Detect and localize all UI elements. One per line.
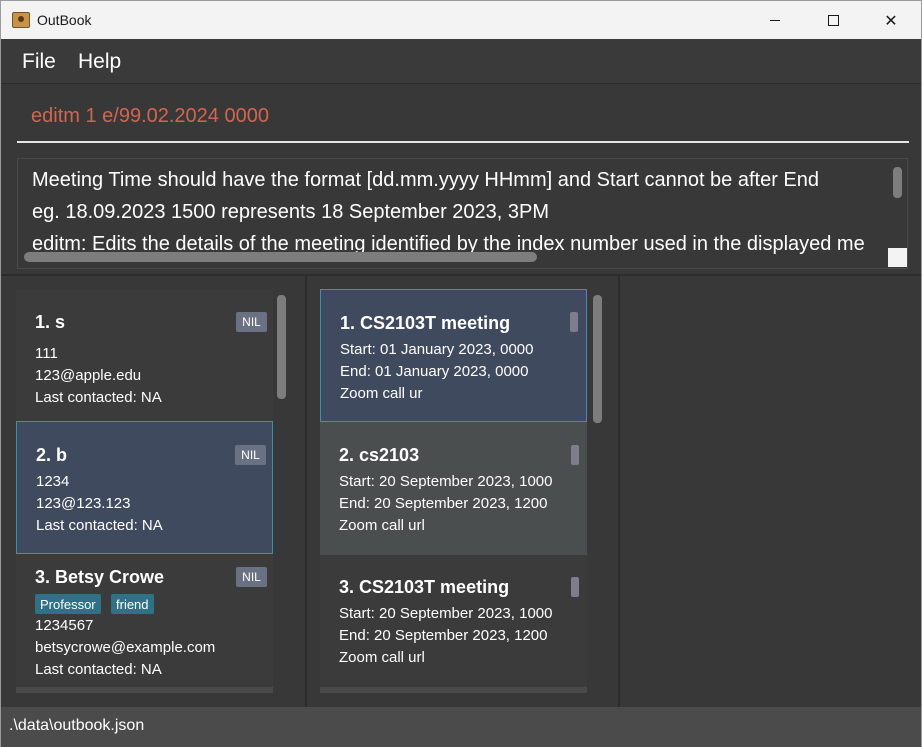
person-card-2[interactable]: 2. b NIL 1234 123@123.123 Last contacted… xyxy=(16,421,273,554)
tag-friend: friend xyxy=(111,594,154,614)
app-window: OutBook ✕ File Help editm 1 e/99.02.2024… xyxy=(0,0,922,747)
person-phone: 1234567 xyxy=(35,617,94,634)
person-list-edge xyxy=(16,687,273,693)
person-name: 1. s xyxy=(35,312,66,332)
app-icon xyxy=(12,12,30,28)
meeting-title: 2. cs2103 xyxy=(339,445,420,465)
column-divider xyxy=(618,276,620,707)
person-card-1[interactable]: 1. s NIL 111 123@apple.edu Last contacte… xyxy=(16,289,273,421)
scroll-corner xyxy=(888,248,907,267)
menu-bar: File Help xyxy=(1,39,921,84)
person-email: 123@apple.edu xyxy=(35,367,142,384)
status-bar: .\data\outbook.json xyxy=(1,707,921,747)
person-list-scrollbar[interactable] xyxy=(277,295,286,399)
minimize-icon xyxy=(770,19,780,21)
person-email: 123@123.123 xyxy=(36,495,131,512)
section-divider xyxy=(1,274,921,276)
person-email: betsycrowe@example.com xyxy=(35,639,216,656)
data-file-path: .\data\outbook.json xyxy=(9,717,145,734)
meeting-title: 3. CS2103T meeting xyxy=(339,577,510,597)
meeting-link: Zoom call url xyxy=(339,517,425,534)
result-line: eg. 18.09.2023 1500 represents 18 Septem… xyxy=(32,201,550,223)
person-name: 2. b xyxy=(36,445,68,465)
meeting-link: Zoom call url xyxy=(339,649,425,666)
meeting-start: Start: 20 September 2023, 1000 xyxy=(339,473,553,490)
meeting-scrollbar[interactable] xyxy=(571,445,579,465)
window-title: OutBook xyxy=(37,12,92,28)
person-card-3[interactable]: 3. Betsy Crowe NIL Professor friend 1234… xyxy=(16,554,273,687)
tag-professor: Professor xyxy=(35,594,101,614)
meeting-title: 1. CS2103T meeting xyxy=(340,313,511,333)
close-button[interactable]: ✕ xyxy=(868,1,914,39)
minimize-button[interactable] xyxy=(752,1,798,39)
command-box[interactable]: editm 1 e/99.02.2024 0000 xyxy=(1,85,921,153)
person-last-contacted: Last contacted: NA xyxy=(36,517,163,534)
meeting-end: End: 20 September 2023, 1200 xyxy=(339,627,548,644)
result-vertical-scrollbar[interactable] xyxy=(893,167,902,198)
meeting-card-2[interactable]: 2. cs2103 Start: 20 September 2023, 1000… xyxy=(320,422,587,555)
command-input[interactable]: editm 1 e/99.02.2024 0000 xyxy=(31,105,269,128)
result-horizontal-scrollbar[interactable] xyxy=(24,252,537,262)
meeting-link: Zoom call ur xyxy=(340,385,423,402)
status-badge: NIL xyxy=(236,312,267,332)
menu-file[interactable]: File xyxy=(22,50,56,74)
close-icon: ✕ xyxy=(884,10,898,30)
status-badge: NIL xyxy=(236,567,267,587)
command-underline xyxy=(17,141,909,143)
meeting-card-3[interactable]: 3. CS2103T meeting Start: 20 September 2… xyxy=(320,555,587,687)
title-bar: OutBook ✕ xyxy=(1,1,921,39)
person-phone: 1234 xyxy=(36,473,70,490)
result-display[interactable]: Meeting Time should have the format [dd.… xyxy=(17,158,908,269)
meeting-card-1[interactable]: 1. CS2103T meeting Start: 01 January 202… xyxy=(320,289,587,422)
maximize-button[interactable] xyxy=(810,1,856,39)
meeting-list-edge xyxy=(320,687,587,693)
person-last-contacted: Last contacted: NA xyxy=(35,389,162,406)
result-line: Meeting Time should have the format [dd.… xyxy=(32,169,820,191)
meeting-end: End: 01 January 2023, 0000 xyxy=(340,363,529,380)
maximize-icon xyxy=(827,14,839,26)
meeting-list-scrollbar[interactable] xyxy=(593,295,602,423)
meeting-start: Start: 01 January 2023, 0000 xyxy=(340,341,534,358)
column-divider xyxy=(305,276,307,707)
meeting-scrollbar[interactable] xyxy=(570,312,578,332)
meeting-start: Start: 20 September 2023, 1000 xyxy=(339,605,553,622)
person-name: 3. Betsy Crowe xyxy=(35,567,165,587)
meeting-scrollbar[interactable] xyxy=(571,577,579,597)
person-phone: 111 xyxy=(35,345,58,362)
meeting-end: End: 20 September 2023, 1200 xyxy=(339,495,548,512)
status-badge: NIL xyxy=(235,445,266,465)
menu-help[interactable]: Help xyxy=(78,50,121,74)
person-last-contacted: Last contacted: NA xyxy=(35,661,162,678)
